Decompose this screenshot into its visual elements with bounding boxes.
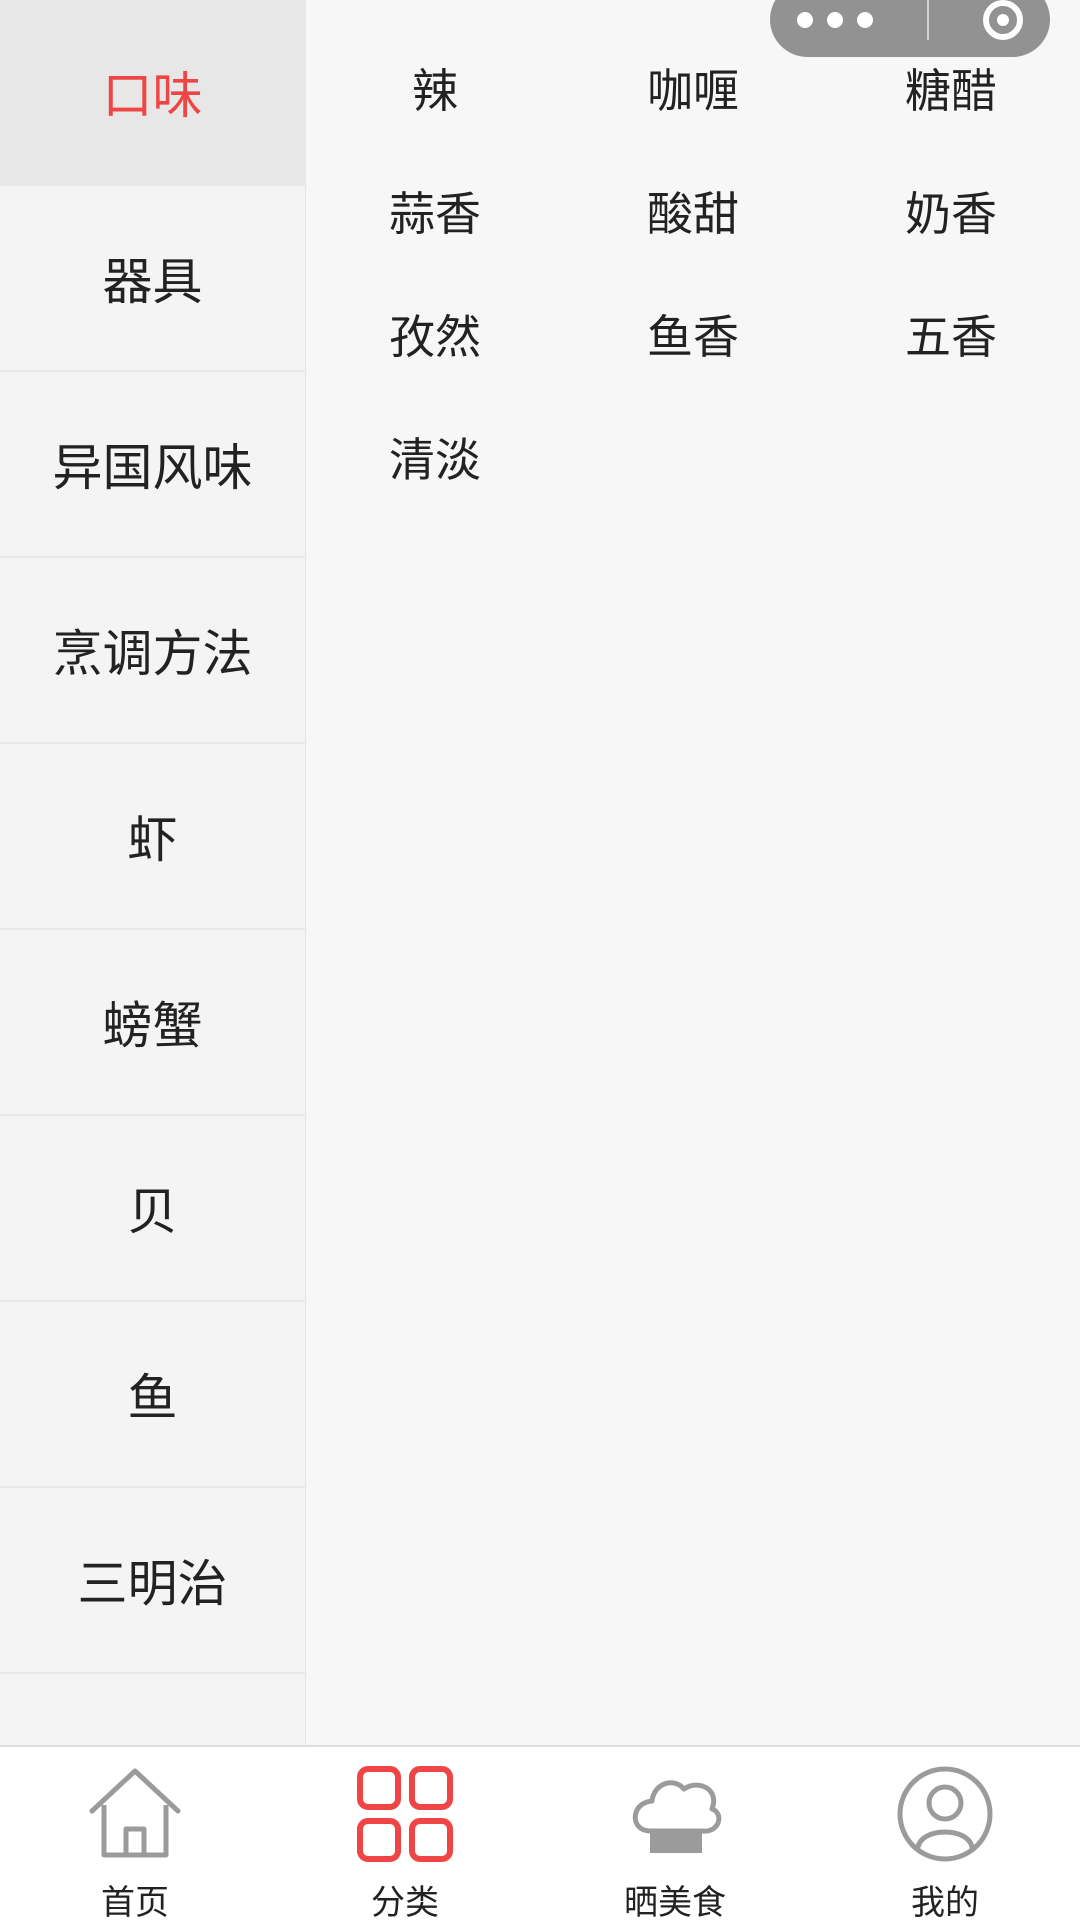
subcategory-item[interactable]: 奶香: [822, 163, 1080, 258]
sidebar-item-crab[interactable]: 螃蟹: [0, 930, 305, 1116]
capsule-divider: [927, 0, 929, 40]
more-dots-icon[interactable]: [797, 11, 873, 28]
subcategory-item[interactable]: 咖喱: [564, 40, 822, 135]
category-page: 口味 器具 异国风味 烹调方法 虾 螃蟹 贝 鱼 三明治 辣 咖喱 糖醋 蒜香 …: [0, 0, 1080, 1920]
subcategory-item[interactable]: 鱼香: [564, 286, 822, 381]
tab-category-label: 分类: [371, 1883, 439, 1920]
subcategory-item[interactable]: 辣: [306, 40, 564, 135]
close-target-icon[interactable]: [983, 0, 1023, 40]
sidebar-item-taste[interactable]: 口味: [0, 0, 305, 186]
sidebar-item-shrimp[interactable]: 虾: [0, 744, 305, 930]
tab-mine[interactable]: 我的: [830, 1747, 1060, 1920]
sidebar-item-sandwich[interactable]: 三明治: [0, 1488, 305, 1674]
subcategory-item[interactable]: 清淡: [306, 409, 564, 504]
category-sidebar: 口味 器具 异国风味 烹调方法 虾 螃蟹 贝 鱼 三明治: [0, 0, 306, 1745]
tab-share-food[interactable]: 晒美食: [560, 1747, 790, 1920]
sidebar-item-shellfish[interactable]: 贝: [0, 1116, 305, 1302]
category-icon: [350, 1759, 460, 1869]
subcategory-item[interactable]: 孜然: [306, 286, 564, 381]
sidebar-item-fish[interactable]: 鱼: [0, 1302, 305, 1488]
subcategory-panel: 辣 咖喱 糖醋 蒜香 酸甜 奶香 孜然 鱼香 五香 清淡: [306, 0, 1080, 1745]
subcategory-item[interactable]: 酸甜: [564, 163, 822, 258]
chef-hat-icon: [620, 1759, 730, 1869]
mini-program-capsule: [770, 0, 1050, 57]
sidebar-item-exotic[interactable]: 异国风味: [0, 372, 305, 558]
tab-home[interactable]: 首页: [20, 1747, 250, 1920]
subcategory-grid: 辣 咖喱 糖醋 蒜香 酸甜 奶香 孜然 鱼香 五香 清淡: [306, 40, 1080, 504]
user-icon: [890, 1759, 1000, 1869]
tab-share-food-label: 晒美食: [624, 1883, 726, 1920]
bottom-tab-bar: 首页 分类 晒美食 我的: [0, 1745, 1080, 1920]
subcategory-item[interactable]: 蒜香: [306, 163, 564, 258]
tab-home-label: 首页: [101, 1883, 169, 1920]
home-icon: [80, 1759, 190, 1869]
sidebar-item-cooking-method[interactable]: 烹调方法: [0, 558, 305, 744]
sidebar-item-utensils[interactable]: 器具: [0, 186, 305, 372]
subcategory-item[interactable]: 五香: [822, 286, 1080, 381]
tab-category[interactable]: 分类: [290, 1747, 520, 1920]
tab-mine-label: 我的: [911, 1883, 979, 1920]
